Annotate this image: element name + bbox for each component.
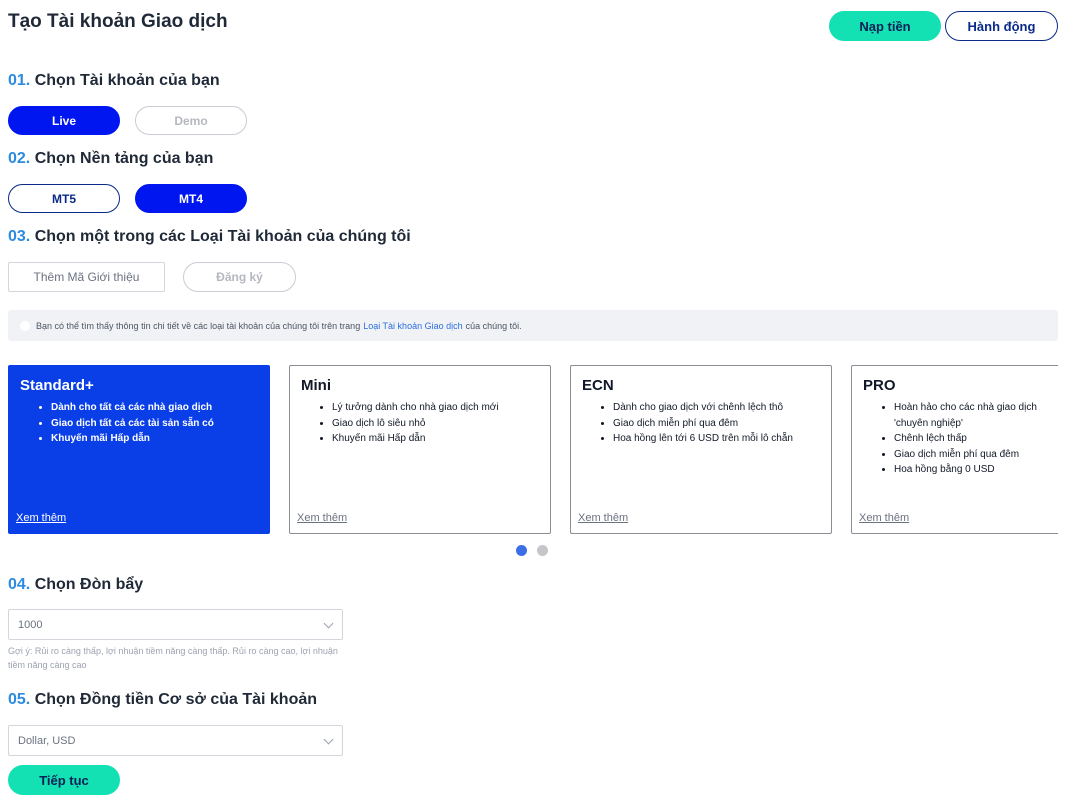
card-ecn[interactable]: ECN Dành cho giao dịch với chênh lệch th… <box>570 365 832 534</box>
demo-account-button[interactable]: Demo <box>135 106 247 135</box>
step-leverage-heading: 04. Chọn Đòn bẩy <box>8 576 143 594</box>
step-number: 02. <box>8 150 31 167</box>
step-number: 03. <box>8 228 31 245</box>
info-icon <box>20 320 30 331</box>
account-type-carousel: Standard+ Dành cho tất cả các nhà giao d… <box>8 365 1058 534</box>
see-more-link[interactable]: Xem thêm <box>859 512 909 524</box>
action-button[interactable]: Hành động <box>945 11 1058 41</box>
card-title: ECN <box>582 377 614 394</box>
feature-item: Lý tưởng dành cho nhà giao dịch mới <box>332 400 539 416</box>
feature-item: Hoa hồng lên tới 6 USD trên mỗi lô chẵn <box>613 431 820 447</box>
feature-item: Khuyến mãi Hấp dẫn <box>51 431 258 447</box>
feature-item: Dành cho tất cả các nhà giao dịch <box>51 400 258 416</box>
step-number: 01. <box>8 72 31 89</box>
feature-item: Chênh lệch thấp <box>894 431 1043 447</box>
feature-list: Dành cho giao dịch với chênh lệch thô Gi… <box>582 400 820 447</box>
feature-item: Khuyến mãi Hấp dẫn <box>332 431 539 447</box>
referral-code-input[interactable]: Thêm Mã Giới thiệu <box>8 262 165 292</box>
feature-list: Lý tưởng dành cho nhà giao dịch mới Giao… <box>301 400 539 447</box>
leverage-value: 1000 <box>18 618 43 631</box>
see-more-link[interactable]: Xem thêm <box>578 512 628 524</box>
feature-list: Hoàn hảo cho các nhà giao dịch 'chuyên n… <box>863 400 1043 478</box>
feature-list: Dành cho tất cả các nhà giao dịch Giao d… <box>20 400 258 447</box>
feature-item: Giao dịch lô siêu nhỏ <box>332 416 539 432</box>
step-label: Chọn Đồng tiền Cơ sở của Tài khoản <box>34 691 318 708</box>
step-number: 04. <box>8 576 31 593</box>
carousel-pagination <box>516 545 548 556</box>
feature-item: Dành cho giao dịch với chênh lệch thô <box>613 400 820 416</box>
deposit-button[interactable]: Nạp tiền <box>829 11 941 41</box>
feature-item: Hoàn hảo cho các nhà giao dịch 'chuyên n… <box>894 400 1043 431</box>
chevron-down-icon <box>323 618 334 629</box>
account-types-link[interactable]: Loại Tài khoản Giao dịch <box>363 321 462 331</box>
feature-item: Giao dịch miễn phí qua đêm <box>613 416 820 432</box>
currency-value: Dollar, USD <box>18 734 76 747</box>
step-label: Chọn Tài khoản của bạn <box>34 72 220 89</box>
mt4-platform-button[interactable]: MT4 <box>135 184 247 213</box>
platform-group: MT5 MT4 <box>8 184 247 213</box>
leverage-select[interactable]: 1000 <box>8 609 343 640</box>
info-banner: Bạn có thể tìm thấy thông tin chi tiết v… <box>8 310 1058 341</box>
carousel-dot-1[interactable] <box>516 545 527 556</box>
step-platform-heading: 02. Chọn Nền tảng của bạn <box>8 150 213 168</box>
feature-item: Giao dịch miễn phí qua đêm <box>894 447 1043 463</box>
continue-button[interactable]: Tiếp tục <box>8 765 120 795</box>
step-label: Chọn Đòn bẩy <box>34 576 144 593</box>
info-text-end: của chúng tôi. <box>465 320 522 331</box>
carousel-dot-2[interactable] <box>537 545 548 556</box>
see-more-link[interactable]: Xem thêm <box>297 512 347 524</box>
card-standard-plus[interactable]: Standard+ Dành cho tất cả các nhà giao d… <box>8 365 270 534</box>
see-more-link[interactable]: Xem thêm <box>16 512 66 524</box>
info-text: Bạn có thể tìm thấy thông tin chi tiết v… <box>36 320 361 331</box>
step-account-type-heading: 03. Chọn một trong các Loại Tài khoản củ… <box>8 228 411 246</box>
feature-item: Hoa hồng bằng 0 USD <box>894 462 1043 478</box>
feature-item: Giao dịch tất cả các tài sản sẵn có <box>51 416 258 432</box>
leverage-hint: Gợi ý: Rủi ro càng thấp, lợi nhuận tiềm … <box>8 646 338 670</box>
currency-select[interactable]: Dollar, USD <box>8 725 343 756</box>
step-label: Chọn một trong các Loại Tài khoản của ch… <box>34 228 411 245</box>
live-account-button[interactable]: Live <box>8 106 120 135</box>
chevron-down-icon <box>323 734 334 745</box>
header-actions: Nạp tiền Hành động <box>829 11 1058 41</box>
mt5-platform-button[interactable]: MT5 <box>8 184 120 213</box>
card-pro[interactable]: PRO Hoàn hảo cho các nhà giao dịch 'chuy… <box>851 365 1058 534</box>
step-currency-heading: 05. Chọn Đồng tiền Cơ sở của Tài khoản <box>8 691 317 709</box>
card-title: Standard+ <box>20 377 94 394</box>
card-title: PRO <box>863 377 896 394</box>
card-mini[interactable]: Mini Lý tưởng dành cho nhà giao dịch mới… <box>289 365 551 534</box>
step-label: Chọn Nền tảng của bạn <box>34 150 214 167</box>
card-title: Mini <box>301 377 331 394</box>
step-number: 05. <box>8 691 31 708</box>
account-mode-group: Live Demo <box>8 106 247 135</box>
register-referral-button[interactable]: Đăng ký <box>183 262 296 292</box>
step-account-heading: 01. Chọn Tài khoản của bạn <box>8 72 220 90</box>
page-title: Tạo Tài khoản Giao dịch <box>8 11 228 32</box>
